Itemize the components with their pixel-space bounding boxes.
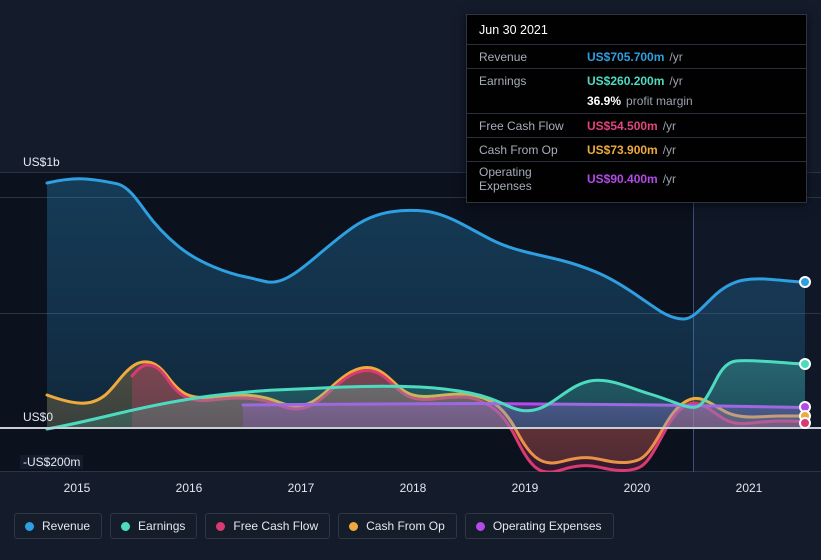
legend-label-operating-expenses: Operating Expenses bbox=[492, 519, 602, 533]
legend-label-revenue: Revenue bbox=[42, 519, 91, 533]
tooltip-key-free-cash-flow: Free Cash Flow bbox=[479, 118, 564, 133]
tooltip-row-revenue: Revenue US$705.700m /yr bbox=[467, 44, 806, 68]
x-axis-label-2015: 2015 bbox=[63, 481, 91, 495]
legend-item-earnings[interactable]: Earnings bbox=[110, 513, 198, 539]
tooltip-key-earnings: Earnings bbox=[479, 73, 527, 88]
y-axis-label-1b: US$1b bbox=[20, 155, 63, 169]
x-axis-label-2019: 2019 bbox=[511, 481, 539, 495]
legend-item-revenue[interactable]: Revenue bbox=[14, 513, 103, 539]
legend-item-operating-expenses[interactable]: Operating Expenses bbox=[464, 513, 614, 539]
y-axis-label-neg200m: -US$200m bbox=[20, 455, 84, 469]
tooltip-value-operating-expenses: US$90.400m bbox=[587, 172, 658, 186]
tooltip-value-earnings: US$260.200m bbox=[587, 73, 665, 88]
tooltip-value-cash-from-op: US$73.900m bbox=[587, 142, 658, 157]
chart-tooltip: Jun 30 2021 Revenue US$705.700m /yr Earn… bbox=[466, 14, 807, 203]
tooltip-key-cash-from-op: Cash From Op bbox=[479, 142, 558, 157]
tooltip-unit-free-cash-flow: /yr bbox=[662, 118, 677, 133]
x-axis-label-2018: 2018 bbox=[399, 481, 427, 495]
legend-dot-earnings-icon bbox=[121, 521, 131, 531]
tooltip-unit-operating-expenses: /yr bbox=[662, 172, 677, 186]
legend-label-earnings: Earnings bbox=[138, 519, 186, 533]
legend-label-cash-from-op: Cash From Op bbox=[366, 519, 445, 533]
legend-dot-revenue-icon bbox=[25, 521, 34, 531]
legend-dot-cash-from-op-icon bbox=[349, 521, 359, 531]
tooltip-row-free-cash-flow: Free Cash Flow US$54.500m /yr bbox=[467, 113, 806, 137]
tooltip-row-profit-margin: 36.9% profit margin bbox=[467, 92, 806, 113]
chart-plot-area[interactable] bbox=[0, 172, 821, 472]
tooltip-row-operating-expenses: Operating Expenses US$90.400m /yr bbox=[467, 161, 806, 196]
tooltip-key-operating-expenses: Operating Expenses bbox=[479, 165, 532, 193]
legend-item-free-cash-flow[interactable]: Free Cash Flow bbox=[205, 513, 331, 539]
tooltip-date: Jun 30 2021 bbox=[479, 23, 548, 37]
tooltip-row-earnings: Earnings US$260.200m /yr bbox=[467, 68, 806, 92]
tooltip-value-free-cash-flow: US$54.500m bbox=[587, 118, 658, 133]
legend-dot-free-cash-flow-icon bbox=[216, 521, 226, 531]
stock-financials-chart: US$1b US$0 -US$200m 2015 2016 2017 2018 … bbox=[0, 0, 821, 560]
chart-svg bbox=[0, 172, 821, 472]
x-axis-label-2021: 2021 bbox=[735, 481, 763, 495]
legend-label-free-cash-flow: Free Cash Flow bbox=[233, 519, 319, 533]
tooltip-label-profit-margin: profit margin bbox=[626, 93, 693, 108]
tooltip-unit-cash-from-op: /yr bbox=[662, 142, 677, 157]
y-axis-label-0: US$0 bbox=[23, 410, 54, 424]
tooltip-value-revenue: US$705.700m bbox=[587, 49, 665, 64]
x-axis-label-2020: 2020 bbox=[623, 481, 651, 495]
tooltip-unit-earnings: /yr bbox=[669, 73, 683, 88]
tooltip-row-cash-from-op: Cash From Op US$73.900m /yr bbox=[467, 137, 806, 161]
tooltip-value-profit-margin: 36.9% bbox=[587, 93, 622, 108]
tooltip-key-revenue: Revenue bbox=[479, 49, 528, 64]
legend-item-cash-from-op[interactable]: Cash From Op bbox=[338, 513, 457, 539]
legend-dot-operating-expenses-icon bbox=[475, 521, 485, 531]
x-axis-label-2017: 2017 bbox=[287, 481, 315, 495]
tooltip-unit-revenue: /yr bbox=[669, 49, 683, 64]
chart-legend: Revenue Earnings Free Cash Flow Cash Fro… bbox=[14, 513, 614, 539]
x-axis-label-2016: 2016 bbox=[175, 481, 203, 495]
